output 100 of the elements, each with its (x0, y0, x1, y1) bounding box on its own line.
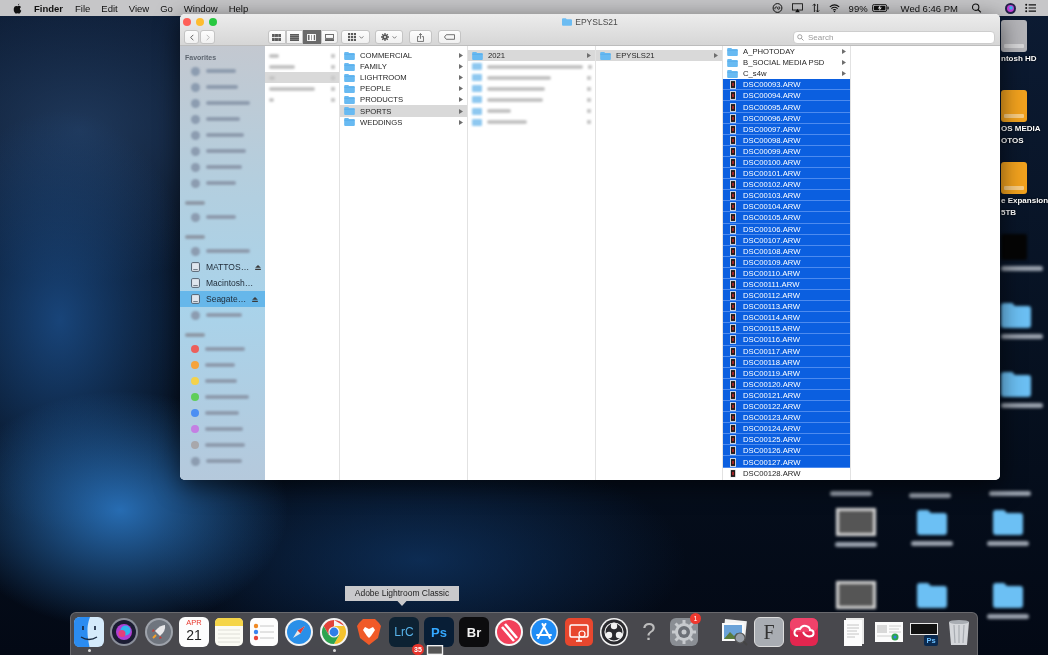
menu-item[interactable]: Finder (34, 2, 64, 14)
menu-item[interactable]: Edit (101, 2, 118, 14)
close-button[interactable] (183, 17, 191, 26)
folder-icon (344, 95, 355, 104)
checklist-icon[interactable] (249, 617, 279, 647)
search-icon (797, 33, 804, 41)
disclosure-arrow-icon[interactable] (587, 53, 591, 59)
screenshot-icon[interactable] (836, 508, 876, 536)
blurred-heading (185, 235, 205, 239)
list-icon[interactable] (1025, 3, 1036, 13)
blurred-label (206, 215, 236, 219)
folder-icon (344, 118, 355, 127)
group-button[interactable] (341, 30, 370, 44)
blurred-label (205, 379, 237, 383)
dock-app-button[interactable]: F (754, 617, 784, 647)
desktop-icon-label: OTOS (1001, 136, 1024, 146)
menu-item[interactable]: Window (183, 2, 218, 14)
menu-item[interactable]: Go (160, 2, 173, 14)
folder-icon[interactable] (993, 510, 1023, 535)
blurred-label (269, 97, 274, 102)
blurred-label (487, 75, 551, 80)
folder-icon[interactable] (1001, 372, 1031, 397)
caret-icon (392, 35, 397, 39)
drive-icon (191, 294, 200, 304)
chevron-right-icon (205, 33, 210, 41)
blurred-label (205, 411, 239, 415)
notepad-icon[interactable] (214, 617, 244, 647)
view-button[interactable] (268, 30, 286, 44)
blurred-heading (185, 333, 205, 337)
action-button[interactable] (375, 30, 403, 44)
tag-icon (444, 34, 455, 40)
search-icon[interactable] (971, 3, 982, 13)
blurred-label (205, 347, 245, 351)
menu-item[interactable]: File (75, 2, 91, 14)
screenshot-icon[interactable] (836, 581, 876, 609)
blurred-label (206, 249, 250, 253)
crossed-sticks-icon[interactable] (529, 617, 559, 647)
desktop-icon-label: e Expansion (1001, 196, 1048, 206)
rocket-icon[interactable] (144, 617, 174, 647)
search-field[interactable]: Search (793, 30, 995, 44)
blurred-label (269, 64, 295, 69)
eject-icon[interactable] (255, 264, 262, 270)
three-dot-circle-icon[interactable] (599, 617, 629, 647)
blurred-label (206, 459, 242, 463)
segmented-circle-icon[interactable] (319, 617, 349, 647)
blurred-label (206, 313, 242, 317)
blurred-icon (191, 310, 200, 320)
blurred-label (206, 149, 246, 153)
view-button[interactable] (303, 30, 321, 44)
smiling-face-icon[interactable] (74, 617, 104, 647)
folder-icon (344, 62, 355, 71)
blurred-label (269, 53, 279, 58)
cloud-outline-icon[interactable] (789, 617, 819, 647)
dock-app-button[interactable]: Ps (424, 617, 454, 647)
blurred-icon (191, 212, 200, 222)
caret-icon (358, 35, 364, 39)
battery-icon[interactable] (871, 4, 889, 12)
drive-icon (191, 262, 200, 272)
blurred-label (206, 165, 242, 169)
folder-icon (344, 73, 355, 82)
dock-app-button[interactable]: Br (459, 617, 489, 647)
menu-item[interactable]: Help (228, 2, 249, 14)
display-icon[interactable] (791, 3, 803, 13)
dock-app-button[interactable]: ? (634, 617, 664, 647)
clock[interactable]: Wed 6:46 PM (900, 2, 958, 14)
up-down-arrows-icon[interactable] (811, 3, 820, 13)
blurred-label (487, 120, 527, 125)
drive-icon (191, 278, 200, 288)
orb-icon[interactable] (1005, 2, 1016, 14)
blurred-label (206, 117, 240, 121)
blurred-label (487, 86, 545, 91)
compass-icon[interactable] (284, 617, 314, 647)
gear-icon (381, 33, 389, 41)
folder-icon[interactable] (917, 510, 947, 535)
share-button[interactable] (409, 30, 432, 44)
list-icon (289, 33, 299, 41)
dock-app-button[interactable]: LrC (389, 617, 419, 647)
sidebar-item[interactable]: Seagate… (180, 291, 265, 307)
sidebar-item[interactable]: Macintosh… (180, 275, 265, 291)
shield-icon[interactable] (354, 617, 384, 647)
disclosure-arrow-icon[interactable] (714, 53, 718, 59)
photo-magnifier-icon[interactable] (719, 617, 749, 647)
blurred-label (205, 395, 249, 399)
folder-icon[interactable] (993, 583, 1023, 608)
tag-button[interactable] (438, 30, 461, 44)
folder-icon (472, 51, 483, 60)
folder-icon[interactable] (917, 583, 947, 608)
slash-circle-icon[interactable] (494, 617, 524, 647)
sidebar-item[interactable]: MATTOS… (180, 259, 265, 275)
apple-icon[interactable] (13, 2, 22, 14)
orb-icon[interactable] (109, 617, 139, 647)
menu-item[interactable]: View (128, 2, 150, 14)
circle-logo-icon[interactable] (771, 3, 783, 13)
view-button[interactable] (285, 30, 303, 44)
gear-icon[interactable] (669, 617, 699, 647)
wifi-icon[interactable] (828, 3, 840, 13)
monitor-icon[interactable] (564, 617, 594, 647)
blurred-label (487, 97, 543, 102)
eject-icon[interactable] (252, 296, 259, 302)
folder-icon[interactable] (1001, 303, 1031, 328)
